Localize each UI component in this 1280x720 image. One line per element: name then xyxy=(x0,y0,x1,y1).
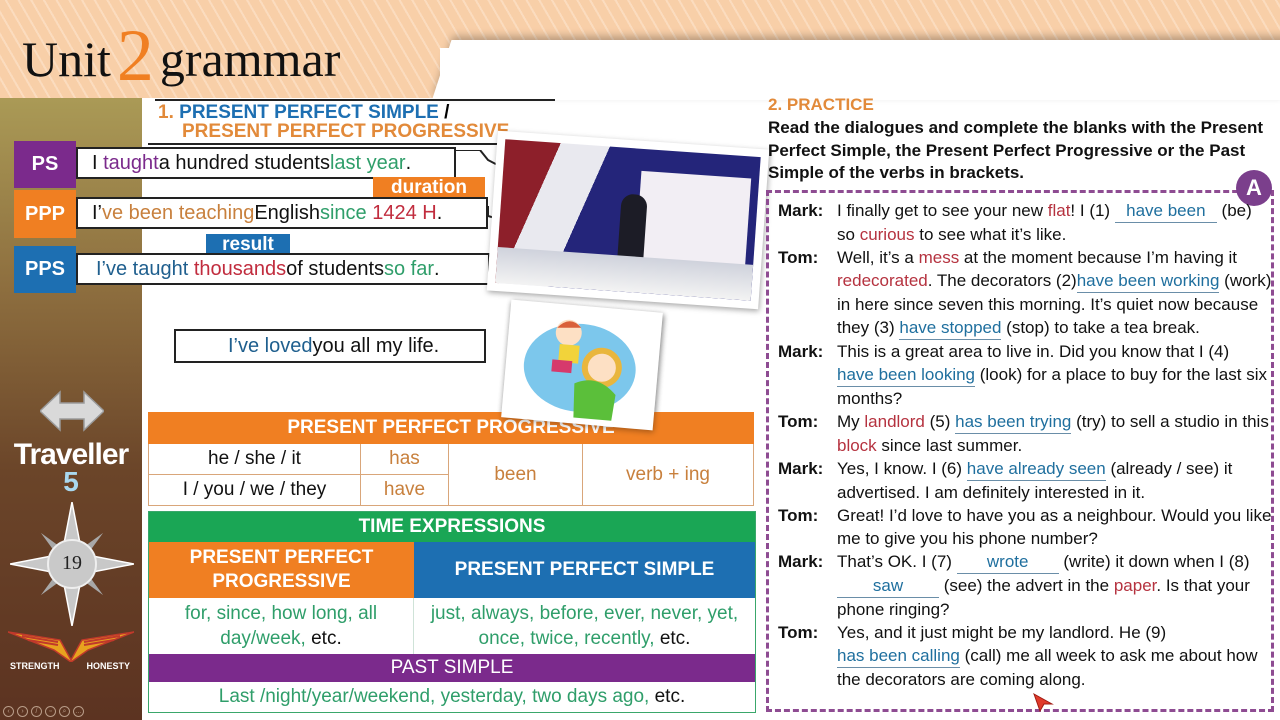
practice-instructions: Read the dialogues and complete the blan… xyxy=(768,118,1263,182)
answer-7[interactable]: wrote xyxy=(956,550,1059,574)
logo-text: STRENGTH HONESTY xyxy=(10,661,130,671)
more-icon[interactable]: … xyxy=(73,706,84,717)
answer-3[interactable]: have stopped xyxy=(899,316,1002,340)
answer-2[interactable]: have been working xyxy=(1076,269,1220,293)
pps-column-head: PRESENT PERFECT SIMPLE xyxy=(414,542,755,598)
unit-suffix: grammar xyxy=(159,31,341,87)
answer-8[interactable]: saw xyxy=(837,574,939,598)
dialogue-turn: Mark: I finally get to see your new flat… xyxy=(778,199,1252,244)
time-expressions-table: TIME EXPRESSIONS PRESENT PERFECT PROGRES… xyxy=(148,511,756,713)
tag-pps: PPS xyxy=(14,246,76,293)
ppp-table-title: PRESENT PERFECT PROGRESSIVE xyxy=(148,412,754,444)
unit-label: Unit xyxy=(22,31,111,87)
previous-slide-icon[interactable]: ‹ xyxy=(3,706,14,717)
dialogue-turn: Tom: Well, it’s a mess at the moment bec… xyxy=(778,246,1272,340)
mother-child-icon xyxy=(523,319,636,421)
table-row: he / she / it has been verb + ing xyxy=(148,443,754,506)
unit-number: 2 xyxy=(116,15,154,97)
brand-level: 5 xyxy=(63,466,79,497)
ppp-form-table: PRESENT PERFECT PROGRESSIVE he / she / i… xyxy=(148,412,754,506)
dialogue-turn: Mark: Yes, I know. I (6) have already se… xyxy=(778,457,1233,502)
page-title: Unit2 grammar xyxy=(22,14,340,99)
past-simple-head: PAST SIMPLE xyxy=(149,654,755,682)
wings-logo-icon xyxy=(8,631,134,662)
slide-controls: ‹ › / ▫ ⌕ … xyxy=(3,706,84,717)
dialogue-turn: Mark: This is a great area to live in. D… xyxy=(778,342,1267,408)
answer-5[interactable]: has been trying xyxy=(955,410,1072,434)
example-sentence-ppp: I’ ve been teaching English since 1424 H. xyxy=(76,197,488,229)
page-number: 19 xyxy=(62,552,82,574)
practice-title: 2. PRACTICE xyxy=(768,95,874,114)
tag-ppp: PPP xyxy=(14,190,76,238)
answer-9[interactable]: has been calling xyxy=(837,644,960,668)
answer-4[interactable]: have been looking xyxy=(837,363,976,387)
title-rule-bottom xyxy=(148,143,548,145)
pps-time-words: just, always, before, ever, never, yet, … xyxy=(430,603,739,649)
example-sentence-loved: I’ve loved you all my life. xyxy=(174,329,486,363)
zoom-icon[interactable]: ⌕ xyxy=(59,706,70,717)
slides-icon[interactable]: ▫ xyxy=(45,706,56,717)
laser-pointer-icon xyxy=(1033,692,1054,712)
tag-ps: PS xyxy=(14,141,76,188)
answer-6[interactable]: have already seen xyxy=(966,457,1106,481)
classroom-photo xyxy=(486,130,770,310)
dialogue-turn: Mark: That’s OK. I (7) wrote (write) it … xyxy=(778,550,1250,619)
answer-1[interactable]: have been xyxy=(1114,199,1217,223)
pen-icon[interactable]: / xyxy=(31,706,42,717)
past-simple-words: Last /night/year/weekend, yesterday, two… xyxy=(218,686,686,707)
double-arrow-icon[interactable] xyxy=(40,390,104,432)
title-rule-top xyxy=(155,99,555,101)
dialogue: Mark: I finally get to see your new flat… xyxy=(778,199,1272,691)
dialogue-turn: Tom: My landlord (5) has been trying (tr… xyxy=(778,410,1269,455)
dialogue-turn: Tom: Yes, and it just might be my landlo… xyxy=(778,623,1258,689)
example-sentence-ps: I taught a hundred students last year. xyxy=(76,147,456,179)
dialogue-turn: Tom: Great! I’d love to have you as a ne… xyxy=(778,506,1272,548)
section-title: 1. PRESENT PERFECT SIMPLE / PRESENT PERF… xyxy=(158,102,510,142)
example-sentence-pps: I’ve taught thousands of students so far… xyxy=(76,253,490,285)
ppp-time-words: for, since, how long, all day/week, etc. xyxy=(149,598,414,654)
ppp-column-head: PRESENT PERFECT PROGRESSIVE xyxy=(149,542,414,598)
time-expressions-title: TIME EXPRESSIONS xyxy=(149,512,755,542)
next-slide-icon[interactable]: › xyxy=(17,706,28,717)
